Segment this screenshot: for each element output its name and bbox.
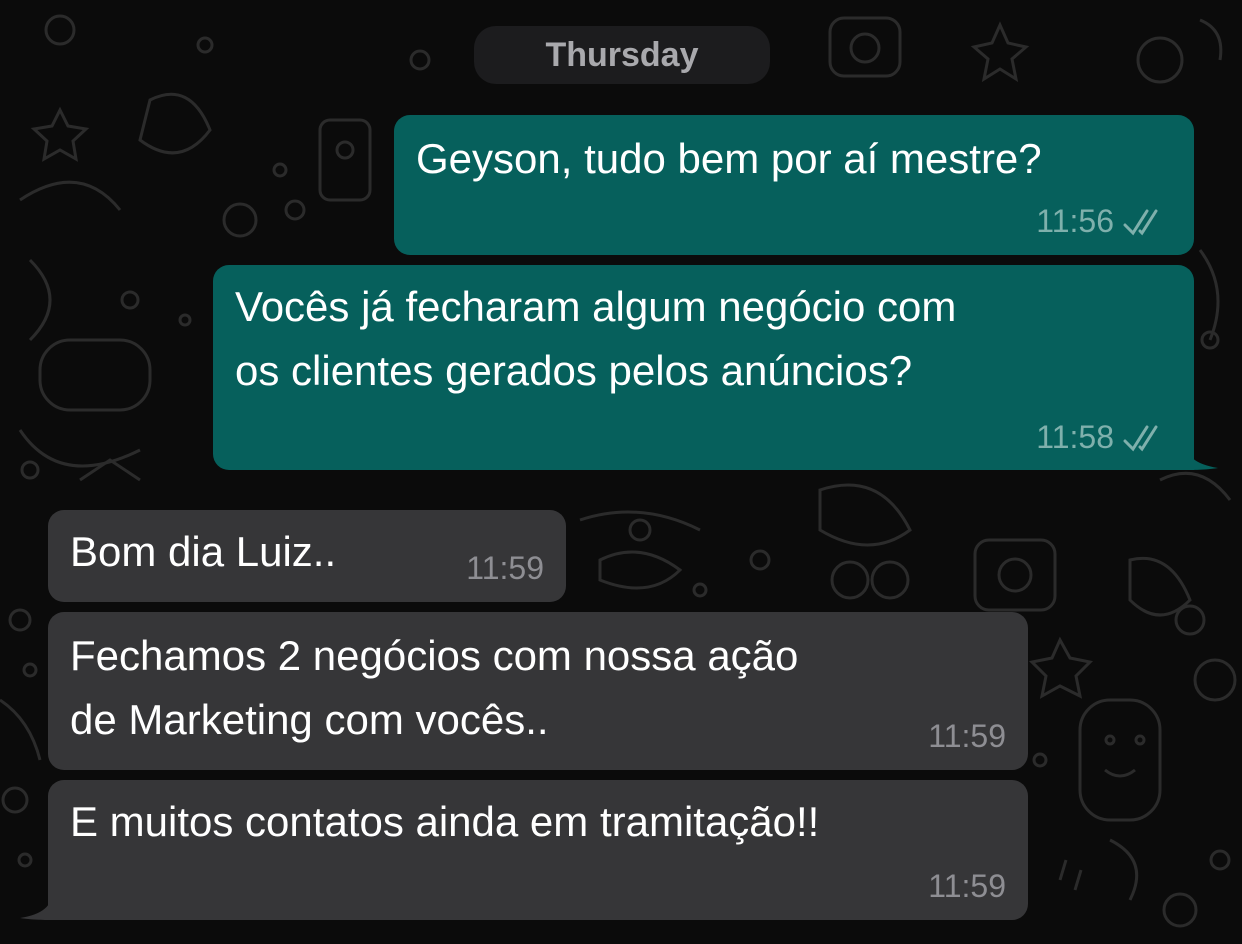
outgoing-message[interactable]: Vocês já fecharam algum negócio com os c… xyxy=(213,265,1194,470)
read-ticks-icon xyxy=(1123,209,1158,235)
message-time: 11:59 xyxy=(928,868,1006,904)
message-time: 11:59 xyxy=(928,718,1006,754)
message-time: 11:56 xyxy=(1036,203,1114,239)
message-time: 11:58 xyxy=(1036,419,1114,455)
message-text: Fechamos 2 negócios com nossa ação de Ma… xyxy=(70,624,798,752)
message-line: de Marketing com vocês.. xyxy=(70,696,549,743)
message-meta: 11:59 xyxy=(466,550,544,587)
message-line: E muitos contatos ainda em tramitação!! xyxy=(70,798,820,845)
message-meta: 11:56 xyxy=(1036,203,1168,240)
message-time: 11:59 xyxy=(466,550,544,586)
message-meta: 11:59 xyxy=(928,718,1006,755)
date-separator: Thursday xyxy=(474,26,770,84)
message-line: Geyson, tudo bem por aí mestre? xyxy=(416,135,1042,182)
incoming-message[interactable]: Fechamos 2 negócios com nossa ação de Ma… xyxy=(48,612,1028,770)
message-text: E muitos contatos ainda em tramitação!! xyxy=(70,790,819,854)
message-line: Vocês já fecharam algum negócio com xyxy=(235,283,957,330)
chat-area[interactable]: Thursday Geyson, tudo bem por aí mestre?… xyxy=(0,0,1242,944)
bubble-tail xyxy=(20,888,54,920)
outgoing-message[interactable]: Geyson, tudo bem por aí mestre? 11:56 xyxy=(394,115,1194,255)
message-text: Bom dia Luiz.. xyxy=(70,520,336,584)
read-ticks-icon xyxy=(1123,425,1158,451)
message-line: os clientes gerados pelos anúncios? xyxy=(235,347,913,394)
message-text: Geyson, tudo bem por aí mestre? xyxy=(416,127,1042,191)
message-meta: 11:59 xyxy=(928,868,1006,905)
message-meta: 11:58 xyxy=(1036,419,1168,456)
incoming-message[interactable]: Bom dia Luiz.. 11:59 xyxy=(48,510,566,602)
bubble-tail xyxy=(1184,438,1218,470)
message-line: Fechamos 2 negócios com nossa ação xyxy=(70,632,799,679)
message-line: Bom dia Luiz.. xyxy=(70,528,337,575)
incoming-message[interactable]: E muitos contatos ainda em tramitação!! … xyxy=(48,780,1028,920)
message-text: Vocês já fecharam algum negócio com os c… xyxy=(235,275,956,403)
